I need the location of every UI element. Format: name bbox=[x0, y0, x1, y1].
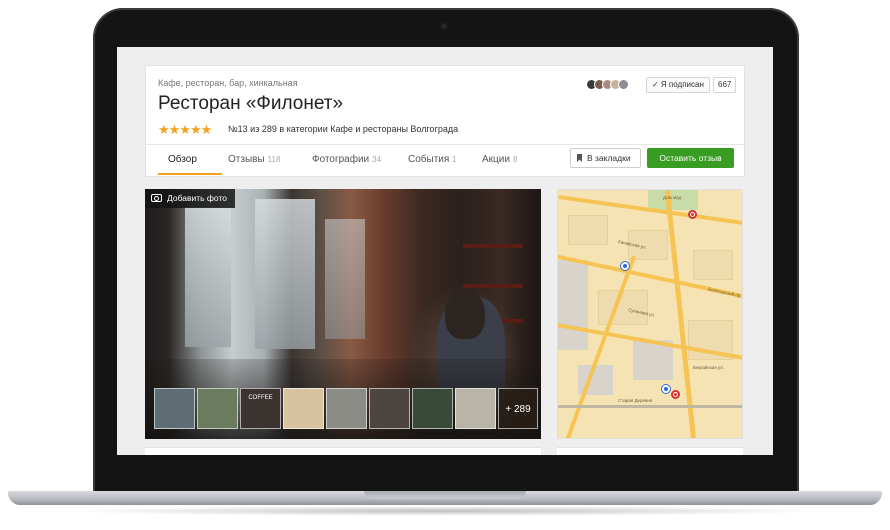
tab-label: Фотографии bbox=[312, 154, 370, 165]
location-map[interactable]: Канавская ул. Богатырский пр. Сухинова у… bbox=[557, 189, 743, 439]
photo-thumbnail[interactable] bbox=[412, 388, 453, 429]
content-card bbox=[557, 447, 743, 455]
photo-thumbnail[interactable] bbox=[283, 388, 324, 429]
location-pin-icon bbox=[662, 385, 670, 393]
map-block bbox=[568, 215, 608, 245]
person-head-image bbox=[445, 289, 485, 339]
window-image bbox=[325, 219, 365, 339]
photo-thumbnails: COFFEE + 289 bbox=[154, 388, 538, 429]
map-block bbox=[598, 290, 648, 325]
active-tab-indicator bbox=[158, 173, 222, 175]
tab-label: Акции bbox=[482, 154, 510, 165]
place-title: Ресторан «Филонет» bbox=[158, 93, 344, 114]
tab-overview[interactable]: Обзор bbox=[168, 154, 197, 165]
map-road bbox=[558, 405, 742, 408]
tab-count: 34 bbox=[372, 155, 382, 164]
avatar bbox=[618, 79, 629, 90]
subscriber-count: 667 bbox=[713, 77, 737, 93]
map-park bbox=[648, 190, 698, 210]
tab-promotions[interactable]: Акции 8 bbox=[482, 154, 517, 165]
photo-thumbnail[interactable] bbox=[326, 388, 367, 429]
shelf-image bbox=[463, 244, 523, 248]
tab-events[interactable]: События 1 bbox=[408, 154, 457, 165]
tab-label: Отзывы bbox=[228, 154, 265, 165]
place-rank: №13 из 289 в категории Кафе и рестораны … bbox=[228, 124, 459, 134]
photo-thumbnail[interactable] bbox=[197, 388, 238, 429]
tab-label: События bbox=[408, 154, 450, 165]
webcam-icon bbox=[440, 22, 448, 30]
add-photo-button[interactable]: Добавить фото bbox=[145, 189, 235, 208]
tab-reviews[interactable]: Отзывы 118 bbox=[228, 154, 280, 165]
place-category: Кафе, ресторан, бар, хинкальная bbox=[158, 78, 298, 88]
metro-station-icon bbox=[688, 210, 697, 219]
leave-review-button[interactable]: Оставить отзыв bbox=[647, 148, 734, 168]
screen: Кафе, ресторан, бар, хинкальная Ресторан… bbox=[117, 47, 773, 455]
window-image bbox=[185, 207, 231, 347]
tab-count: 118 bbox=[267, 155, 281, 164]
add-photo-label: Добавить фото bbox=[167, 193, 227, 203]
map-block bbox=[693, 250, 733, 280]
bookmark-label: В закладки bbox=[587, 153, 631, 163]
content-card bbox=[145, 447, 541, 455]
photo-thumbnail[interactable] bbox=[369, 388, 410, 429]
subscriber-avatars[interactable] bbox=[586, 79, 629, 90]
bookmark-icon bbox=[577, 154, 582, 162]
shelf-image bbox=[463, 284, 523, 288]
place-header-card: Кафе, ресторан, бар, хинкальная Ресторан… bbox=[145, 65, 745, 177]
photo-gallery[interactable]: Добавить фото COFFEE + 289 bbox=[145, 189, 541, 439]
map-block bbox=[558, 260, 588, 350]
laptop-notch bbox=[364, 491, 526, 499]
map-road bbox=[664, 190, 697, 438]
location-pin-icon bbox=[621, 262, 629, 270]
metro-station-icon bbox=[671, 390, 680, 399]
map-label: Дом мод bbox=[663, 195, 682, 200]
window-image bbox=[255, 199, 315, 349]
map-label: Богатырский пр. bbox=[707, 286, 743, 299]
rating-stars-icon: ★★★★★ bbox=[158, 122, 212, 137]
photo-thumbnail[interactable]: COFFEE bbox=[240, 388, 281, 429]
photo-thumbnail[interactable] bbox=[455, 388, 496, 429]
map-label: Старая Деревня bbox=[618, 398, 653, 403]
map-label: Бергайская ул. bbox=[693, 365, 725, 370]
camera-icon bbox=[151, 194, 162, 202]
tab-count: 1 bbox=[452, 155, 457, 164]
subscribe-button[interactable]: ✓ Я подписан bbox=[646, 77, 710, 93]
more-photos-button[interactable]: + 289 bbox=[498, 388, 538, 429]
tab-label: Обзор bbox=[168, 154, 197, 165]
laptop-shadow bbox=[60, 506, 830, 516]
tabs-divider bbox=[146, 144, 744, 145]
photo-thumbnail[interactable] bbox=[154, 388, 195, 429]
tab-count: 8 bbox=[512, 155, 518, 164]
tab-photos[interactable]: Фотографии 34 bbox=[312, 154, 381, 165]
bookmark-button[interactable]: В закладки bbox=[570, 148, 641, 168]
